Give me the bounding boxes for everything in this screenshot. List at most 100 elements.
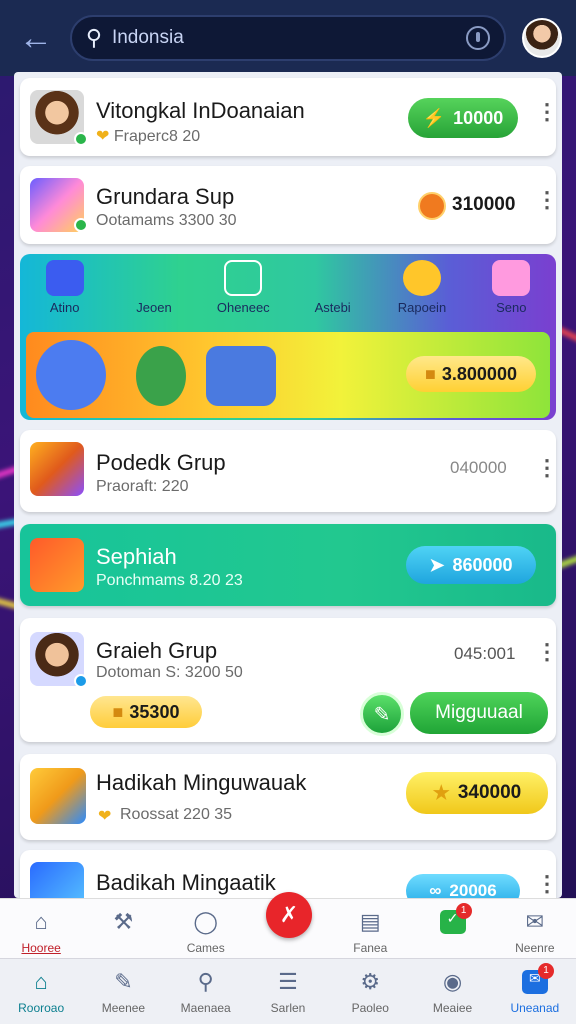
item-title: Hadikah Minguwauak <box>96 770 307 795</box>
nav-games[interactable]: ◯ Cames <box>165 899 247 958</box>
notification-badge: 1 <box>537 963 554 979</box>
item-title: Vitongkal InDoanaian <box>96 98 305 123</box>
nav-label: Uneanad <box>510 1001 560 1015</box>
value-button[interactable]: ∞ 20006 <box>406 874 520 898</box>
microphone-icon[interactable] <box>466 26 491 50</box>
nav-mail[interactable]: ✉ Neenre <box>494 899 576 958</box>
category-item[interactable]: Astebi <box>293 254 373 326</box>
list-item[interactable]: Podedk Grup Praoraft: 220 040000 ⋮ <box>20 430 558 512</box>
search-input[interactable]: ⚲ Indonsia <box>69 15 507 61</box>
item-subtitle: Praoraft: 220 <box>96 478 189 495</box>
nav-label: Fanea <box>353 941 388 955</box>
more-menu-icon[interactable]: ⋮ <box>536 189 558 211</box>
share-button[interactable]: ✎ <box>360 692 404 736</box>
search-icon: ⚲ <box>197 969 214 994</box>
nav-clipboard[interactable]: ▤ Fanea <box>329 899 411 958</box>
item-title: Badikah Mingaatik <box>96 870 276 895</box>
more-menu-icon[interactable]: ⋮ <box>536 101 558 123</box>
join-button[interactable]: Migguuaal <box>410 692 548 734</box>
nav-tools[interactable]: ⚒ <box>82 899 164 958</box>
cube-icon <box>45 260 84 296</box>
notification-badge: 1 <box>455 903 472 919</box>
nav-edit[interactable]: ✎ Meenee <box>82 959 164 1024</box>
nav-label: Meaiee <box>432 1001 473 1015</box>
share-icon: ✎ <box>373 703 391 726</box>
nav-home-main[interactable]: ⌂ Rooroao <box>0 959 82 1024</box>
online-badge <box>74 218 88 232</box>
star-icon <box>402 260 441 296</box>
item-subtitle: ❤ Fraperc8 20 <box>96 126 200 146</box>
promo-banner[interactable]: ■ 3.800000 <box>26 332 550 418</box>
category-item[interactable]: Oheneec <box>203 254 283 326</box>
value-button-label: 860000 <box>452 554 513 575</box>
category-item[interactable]: Seno <box>471 254 551 326</box>
category-item[interactable]: Jeoen <box>114 254 194 326</box>
list-item[interactable]: Sephiah Ponchmams 8.20 23 ➤ 860000 <box>20 524 556 606</box>
more-menu-icon[interactable]: ⋮ <box>536 457 558 479</box>
search-icon: ⚲ <box>85 25 102 50</box>
promo-value-pill[interactable]: ■ 3.800000 <box>406 356 536 392</box>
more-menu-icon[interactable]: ⋮ <box>536 641 558 663</box>
more-menu-icon[interactable]: ⋮ <box>536 873 558 895</box>
category-row: Atino Jeoen Oheneec Astebi Rapoein Seno <box>20 254 556 326</box>
list-item[interactable]: Graieh Grup Dotoman S: 3200 50 045:001 ⋮… <box>20 618 558 742</box>
item-value: 310000 <box>452 194 516 215</box>
list-item[interactable]: Hadikah Minguwauak ❤ Roossat 220 35 ★ 340… <box>20 754 556 840</box>
online-badge <box>74 132 88 146</box>
promo-block: Atino Jeoen Oheneec Astebi Rapoein Seno … <box>20 254 556 420</box>
bow-icon <box>224 260 263 296</box>
nav-search[interactable]: ⚲ Maenaea <box>165 959 247 1024</box>
item-subtitle-text: Fraperc8 20 <box>113 128 201 145</box>
gear-icon: ⚙ <box>360 969 381 994</box>
nav-label: Cames <box>186 941 225 955</box>
rocket-icon: ➤ <box>429 554 445 575</box>
item-value: 040000 <box>450 458 507 477</box>
nav-inbox[interactable]: ✉ 1 Uneanad <box>494 959 576 1024</box>
nav-label: Neenre <box>515 941 555 955</box>
category-label: Jeoen <box>136 300 172 315</box>
center-action-button[interactable]: ✗ <box>266 892 312 938</box>
list-item[interactable]: Badikah Mingaatik ∞ 20006 ⋮ <box>20 850 558 898</box>
reward-pill[interactable]: ■ 35300 <box>90 696 202 728</box>
value-button-label: 20006 <box>449 881 497 898</box>
chest-icon: ■ <box>112 701 124 722</box>
nav-media[interactable]: ◉ Meaiee <box>411 959 493 1024</box>
item-title: Grundara Sup <box>96 184 235 209</box>
link-icon: ∞ <box>429 881 442 898</box>
item-title: Sephiah <box>96 544 177 569</box>
chest-icon: ■ <box>425 363 436 384</box>
heart-icon: ❤ <box>96 128 110 145</box>
nav-list[interactable]: ☰ Sarlen <box>247 959 329 1024</box>
list-item[interactable]: Grundara Sup Ootamams 3300 30 310000 ⋮ <box>20 166 558 244</box>
item-subtitle: Dotoman S: 3200 50 <box>96 664 243 681</box>
value-button-label: 340000 <box>457 782 522 803</box>
list-icon: ☰ <box>278 969 298 994</box>
top-bar: ← ⚲ Indonsia <box>0 0 576 76</box>
mascot-icon <box>36 340 106 410</box>
gift-icon <box>492 260 531 296</box>
profile-avatar[interactable] <box>522 18 562 58</box>
category-item[interactable]: Rapoein <box>382 254 462 326</box>
nav-chat[interactable]: ✓ 1 <box>411 899 493 958</box>
value-button[interactable]: ➤ 860000 <box>406 546 536 584</box>
bottom-nav: ⌂ Rooroao ✎ Meenee ⚲ Maenaea ☰ Sarlen ⚙ Paole… <box>0 958 576 1024</box>
back-arrow-icon[interactable]: ← <box>14 16 58 60</box>
pen-icon: ✗ <box>279 902 299 927</box>
blank-icon <box>314 260 352 296</box>
join-button[interactable]: ⚡ 10000 <box>408 98 518 138</box>
verified-badge <box>74 674 88 688</box>
home-icon: ⌂ <box>34 909 48 934</box>
item-title: Podedk Grup <box>96 450 226 475</box>
category-label: Astebi <box>314 300 351 315</box>
value-button[interactable]: ★ 340000 <box>406 772 548 814</box>
category-label: Rapoein <box>397 300 447 315</box>
nav-label: Sarlen <box>270 1001 306 1015</box>
item-subtitle: Ootamams 3300 30 <box>96 212 237 229</box>
nav-label: Hooree <box>21 941 61 955</box>
join-button-label: 10000 <box>453 107 504 128</box>
list-item[interactable]: Vitongkal InDoanaian ❤ Fraperc8 20 ⚡ 1000… <box>20 78 558 156</box>
nav-settings[interactable]: ⚙ Paoleo <box>329 959 411 1024</box>
wrench-icon: ⚒ <box>113 909 134 934</box>
nav-home[interactable]: ⌂ Hooree <box>0 899 82 958</box>
category-item[interactable]: Atino <box>25 254 105 326</box>
